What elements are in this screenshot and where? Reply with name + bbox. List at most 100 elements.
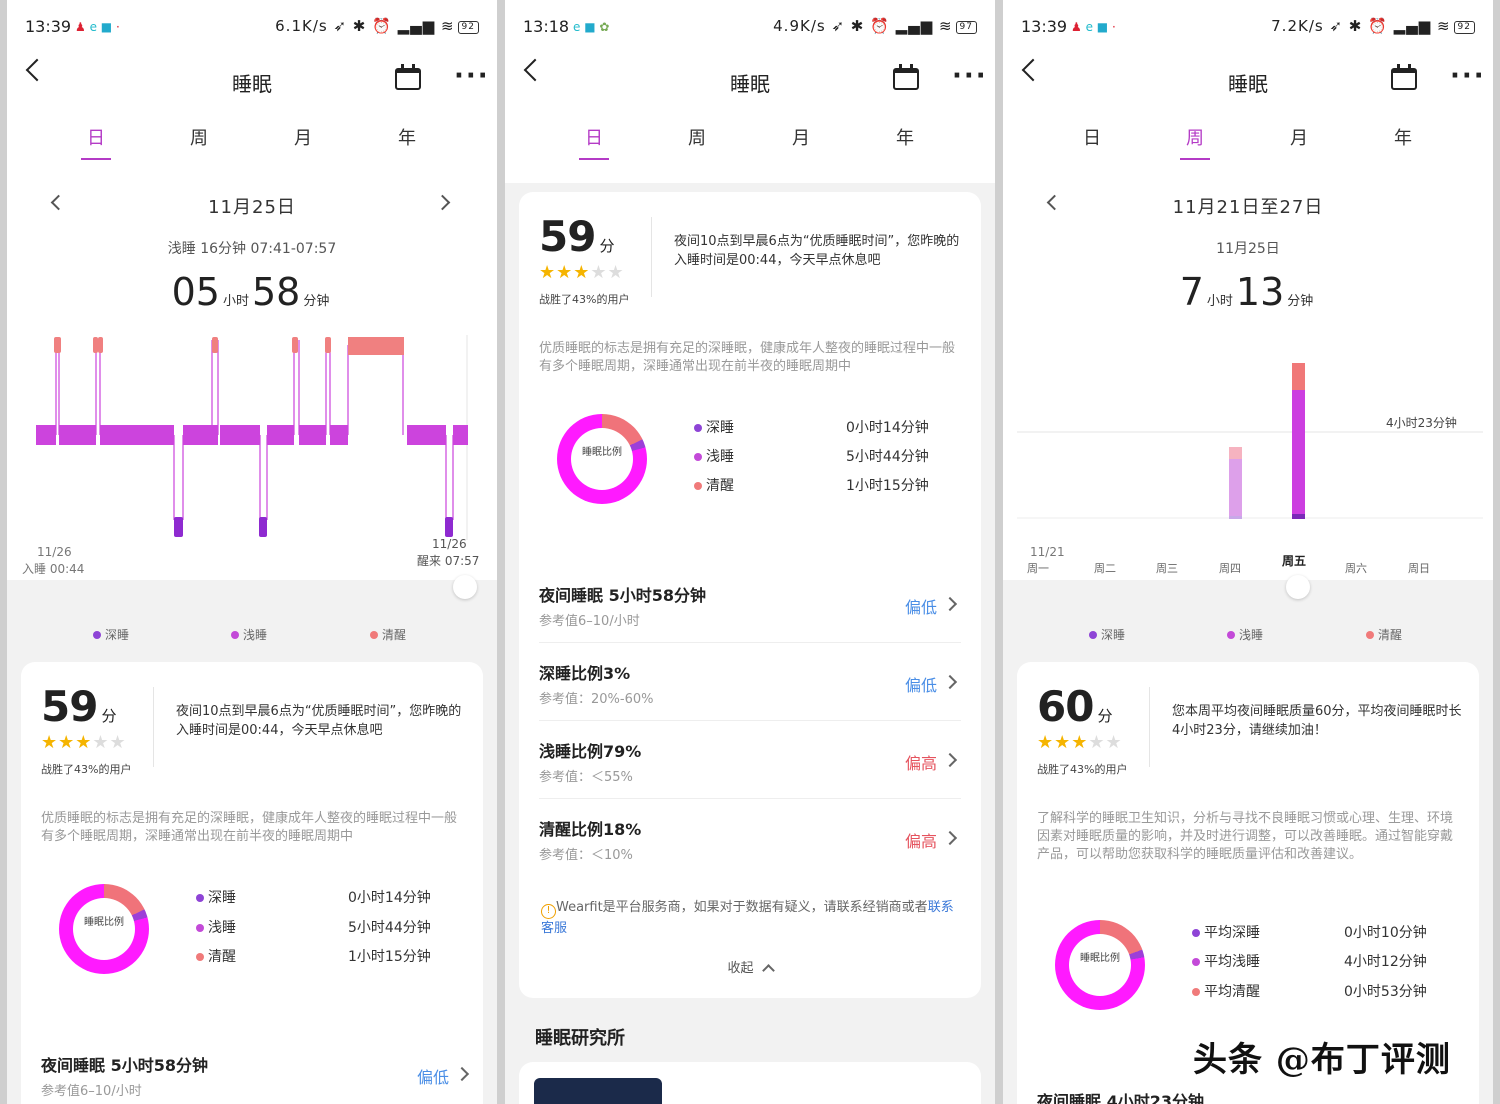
ratio-value: 0小时10分钟: [1344, 925, 1427, 941]
ratio-row-deep: 深睡 0小时14分钟: [196, 887, 431, 907]
tip-text: 您本周平均夜间睡眠质量60分，平均夜间睡眠时长4小时23分，请继续加油！: [1172, 704, 1462, 738]
metric-title: 夜间睡眠 5小时58分钟: [41, 1056, 208, 1075]
legend-deep: 深睡: [1101, 628, 1126, 642]
tab-year[interactable]: 年: [1373, 124, 1433, 150]
metric-ref: 参考值：20%-60%: [539, 692, 654, 707]
chevron-up-icon: [761, 964, 775, 977]
metric-ref: 参考值6–10/小时: [41, 1084, 142, 1099]
legend-awake: 清醒: [1378, 628, 1403, 642]
day-sat[interactable]: 周六: [1338, 560, 1374, 576]
minutes-value: 58: [252, 270, 301, 314]
minutes-unit: 分钟: [303, 294, 330, 309]
deep-sleep-blocks: [174, 517, 453, 537]
ratio-name: 清醒: [706, 478, 734, 494]
metric-row-light[interactable]: 浅睡比例79% 参考值：＜55% 偏高: [539, 738, 959, 785]
metric-status: 偏低: [904, 676, 937, 695]
chart-start-label: 入睡 00:44: [22, 562, 85, 576]
minutes-value: 13: [1235, 270, 1285, 314]
score-unit: 分: [101, 707, 116, 725]
score-value: 59 分: [539, 212, 614, 261]
day-fri-selected[interactable]: 周五: [1276, 552, 1312, 569]
tab-month[interactable]: 月: [771, 124, 831, 150]
divider: [539, 798, 961, 799]
ratio-value: 4小时12分钟: [1344, 954, 1427, 970]
current-week: 11月21日至27日: [1172, 197, 1324, 218]
calendar-icon[interactable]: [395, 64, 421, 90]
more-icon[interactable]: ···: [1450, 63, 1486, 89]
tab-week[interactable]: 周: [169, 124, 229, 150]
metric-title: 浅睡比例79%: [539, 742, 642, 761]
score-value: 60 分: [1037, 682, 1112, 731]
range-tabs: 日 周 月 年: [7, 124, 497, 164]
beat-text: 战胜了43%的用户: [1037, 763, 1128, 776]
ratio-value: 0小时14分钟: [348, 890, 431, 906]
ratio-row-awake: 平均清醒 0小时53分钟: [1192, 981, 1427, 1001]
metric-title: 深睡比例3%: [539, 664, 631, 683]
weekly-sleep-chart: [1017, 363, 1483, 519]
status-time: 13:39: [25, 17, 72, 36]
star-rating: ★★★★★: [539, 262, 625, 283]
notification-icon: ♟ e ■ ·: [1071, 20, 1116, 34]
research-thumbnail: [534, 1078, 662, 1104]
donut-label: 睡眠比例: [1080, 953, 1120, 964]
more-icon[interactable]: ···: [952, 63, 988, 89]
score-number: 59: [539, 212, 596, 261]
research-card[interactable]: [519, 1062, 981, 1104]
score-unit: 分: [1097, 707, 1112, 725]
night-sleep-row[interactable]: 夜间睡眠 5小时58分钟 参考值6–10/小时 偏低: [41, 1052, 471, 1099]
legend-dot-awake: [370, 631, 378, 639]
calendar-icon[interactable]: [893, 64, 919, 90]
divider: [539, 720, 961, 721]
tab-day[interactable]: 日: [564, 124, 624, 160]
score-number: 60: [1037, 682, 1094, 731]
status-right: 6.1K/s ➶ ✱ ⏰ ▂▄▆ ≋ 92: [275, 17, 479, 35]
calendar-icon[interactable]: [1391, 64, 1417, 90]
ratio-value: 5小时44分钟: [846, 449, 929, 465]
segment-detail: 浅睡 16分钟 07:41-07:57: [167, 241, 337, 257]
donut-label: 睡眠比例: [582, 447, 622, 458]
day-thu[interactable]: 周四: [1212, 560, 1248, 576]
legend-dot-light: [231, 631, 239, 639]
notification-icon: e ■ ✿: [573, 20, 610, 34]
average-label: 4小时23分钟: [1386, 416, 1457, 430]
tab-year[interactable]: 年: [377, 124, 437, 150]
collapse-button[interactable]: 收起: [519, 957, 981, 977]
tab-week[interactable]: 周: [1165, 124, 1225, 160]
day-wed[interactable]: 周三: [1149, 560, 1185, 576]
tab-week[interactable]: 周: [667, 124, 727, 150]
total-duration: 05 小时58 分钟: [7, 270, 497, 314]
ratio-name: 平均浅睡: [1204, 954, 1260, 970]
beat-text: 战胜了43%的用户: [41, 763, 132, 776]
legend-dot-deep: [93, 631, 101, 639]
legend-light: 浅睡: [1239, 628, 1264, 642]
metric-ref: 参考值：＜55%: [539, 770, 633, 785]
tab-month[interactable]: 月: [273, 124, 333, 150]
day-mon[interactable]: 周一: [1020, 560, 1056, 576]
divider: [651, 217, 652, 297]
awake-blocks: [54, 337, 404, 355]
timeline-slider-handle[interactable]: [453, 575, 477, 599]
metric-row-deep[interactable]: 深睡比例3% 参考值：20%-60% 偏低: [539, 660, 959, 707]
night-sleep-title: 夜间睡眠 4小时23分钟: [1037, 1092, 1204, 1104]
panel-day-detail: 13:18 e ■ ✿ 4.9K/s ➶ ✱ ⏰ ▂▄▆ ≋ 97 睡眠 ··· …: [505, 0, 995, 1104]
metric-row-awake[interactable]: 清醒比例18% 参考值：＜10% 偏高: [539, 816, 959, 863]
week-slider-handle[interactable]: [1286, 575, 1310, 599]
metric-row-night[interactable]: 夜间睡眠 5小时58分钟 参考值6–10/小时 偏低: [539, 582, 959, 629]
donut-label: 睡眠比例: [84, 917, 124, 928]
more-icon[interactable]: ···: [454, 63, 490, 89]
beat-text: 战胜了43%的用户: [539, 293, 630, 306]
day-tue[interactable]: 周二: [1087, 560, 1123, 576]
warning-icon: !: [541, 904, 556, 919]
ratio-row-light: 浅睡 5小时44分钟: [196, 917, 431, 937]
tab-day[interactable]: 日: [66, 124, 126, 160]
metric-status: 偏低: [904, 598, 937, 617]
metric-ref: 参考值6–10/小时: [539, 614, 640, 629]
watermark: 头条 @布丁评测: [1193, 1040, 1451, 1080]
sleep-ratio-donut: 睡眠比例: [1055, 920, 1145, 1010]
tab-day[interactable]: 日: [1062, 124, 1122, 150]
day-sun[interactable]: 周日: [1401, 560, 1437, 576]
notice: ! Wearfit是平台服务商，如果对于数据有疑义，请联系经销商或者联系客服: [541, 898, 961, 938]
tab-month[interactable]: 月: [1269, 124, 1329, 150]
status-right: 7.2K/s ➶ ✱ ⏰ ▂▄▆ ≋ 92: [1271, 17, 1475, 35]
tab-year[interactable]: 年: [875, 124, 935, 150]
